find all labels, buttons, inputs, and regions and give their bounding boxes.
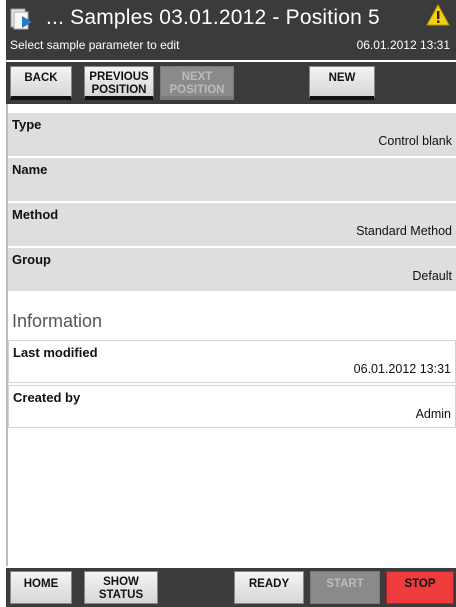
param-value: Default [412, 269, 452, 283]
param-value: Control blank [378, 134, 452, 148]
ready-button[interactable]: READY [234, 571, 304, 604]
stop-button[interactable]: STOP [386, 571, 454, 604]
start-button[interactable]: START [310, 571, 380, 604]
back-label: BACK [24, 72, 58, 84]
next-label-line2: POSITION [169, 84, 225, 96]
home-label: HOME [23, 578, 59, 590]
ready-label: READY [248, 578, 290, 590]
info-value: Admin [415, 407, 451, 421]
previous-label-line2: POSITION [91, 84, 147, 96]
samples-document-icon [10, 8, 32, 30]
show-status-line2: STATUS [98, 589, 144, 601]
information-heading: Information [12, 311, 103, 331]
current-datetime: 06.01.2012 13:31 [356, 38, 450, 52]
bottom-bar: HOME SHOW STATUS READY START STOP [6, 568, 456, 607]
param-label: Name [12, 162, 48, 177]
info-label: Last modified [13, 345, 98, 360]
param-row-method[interactable]: Method Standard Method [8, 203, 456, 246]
stop-label: STOP [404, 578, 436, 590]
info-label: Created by [13, 390, 81, 405]
param-value: Standard Method [356, 224, 452, 238]
info-value: 06.01.2012 13:31 [353, 362, 451, 376]
toolbar: BACK PREVIOUS POSITION NEXT POSITION NEW [6, 62, 456, 104]
show-status-button[interactable]: SHOW STATUS [84, 571, 158, 604]
title-bar: ... Samples 03.01.2012 - Position 5 Sele… [6, 0, 456, 60]
new-button[interactable]: NEW [309, 66, 375, 100]
back-button[interactable]: BACK [10, 66, 72, 100]
show-status-line1: SHOW [103, 576, 139, 588]
next-position-button[interactable]: NEXT POSITION [160, 66, 234, 100]
new-label: NEW [328, 72, 356, 84]
start-label: START [326, 578, 364, 590]
warning-icon[interactable] [426, 4, 450, 26]
param-row-type[interactable]: Type Control blank [8, 113, 456, 156]
home-button[interactable]: HOME [10, 571, 72, 604]
app-window: ... Samples 03.01.2012 - Position 5 Sele… [6, 0, 456, 607]
param-row-name[interactable]: Name [8, 158, 456, 201]
param-label: Method [12, 207, 59, 222]
window-title: ... Samples 03.01.2012 - Position 5 [46, 6, 380, 29]
param-label: Group [12, 252, 51, 267]
previous-label-line1: PREVIOUS [89, 71, 149, 83]
info-row-created-by: Created by Admin [8, 385, 456, 428]
instruction-text: Select sample parameter to edit [10, 38, 180, 52]
previous-position-button[interactable]: PREVIOUS POSITION [84, 66, 154, 100]
param-label: Type [12, 117, 42, 132]
next-label-line1: NEXT [181, 71, 213, 83]
param-row-group[interactable]: Group Default [8, 248, 456, 291]
info-row-last-modified: Last modified 06.01.2012 13:31 [8, 340, 456, 383]
